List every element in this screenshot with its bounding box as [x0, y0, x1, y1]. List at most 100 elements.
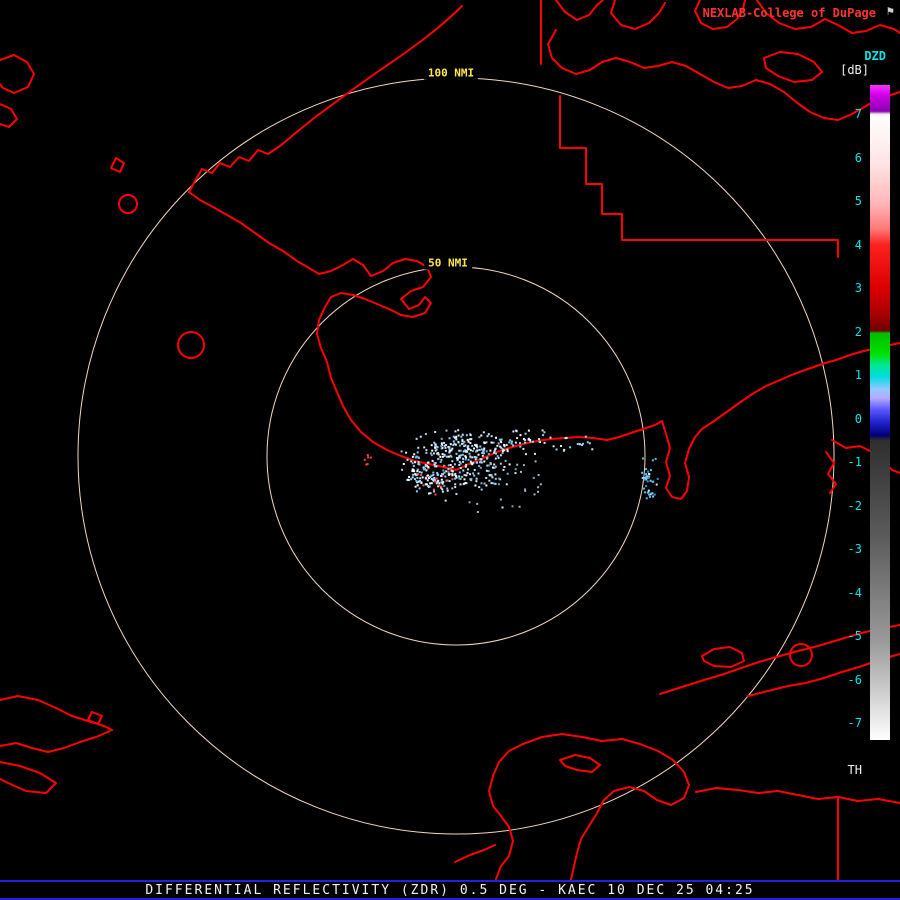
radar-echo	[502, 507, 504, 509]
radar-echo	[444, 455, 446, 457]
radar-echo	[645, 476, 647, 478]
radar-echo	[446, 488, 448, 490]
colorbar-scale	[870, 85, 890, 740]
map-outline	[523, 734, 689, 880]
radar-echo	[525, 433, 527, 435]
radar-echo	[462, 458, 464, 460]
radar-echo	[476, 478, 478, 480]
radar-echo	[500, 463, 502, 465]
radar-echo	[470, 434, 472, 436]
radar-echo	[563, 449, 565, 451]
map-outline	[826, 452, 836, 493]
radar-echo	[433, 477, 435, 479]
radar-echo	[370, 457, 372, 459]
map-outline	[838, 797, 900, 803]
radar-echo	[534, 453, 536, 455]
radar-echo	[437, 474, 439, 476]
radar-echo	[507, 473, 509, 475]
radar-echo	[498, 483, 500, 485]
radar-echo	[465, 464, 467, 466]
radar-echo	[467, 472, 469, 474]
radar-echo	[503, 469, 505, 471]
radar-echo	[433, 491, 435, 493]
radar-echo	[478, 473, 480, 475]
radar-echo	[470, 461, 472, 463]
radar-echo	[449, 480, 451, 482]
radar-echo	[473, 448, 475, 450]
radar-echo	[460, 454, 462, 456]
radar-echo	[591, 448, 593, 450]
radar-echo	[469, 453, 471, 455]
radar-echo	[416, 477, 418, 479]
colorbar-tick: 0	[855, 412, 862, 426]
radar-echo	[488, 433, 490, 435]
radar-echo	[431, 478, 433, 480]
radar-echo	[493, 464, 495, 466]
radar-echo	[648, 473, 650, 475]
status-bar: DIFFERENTIAL REFLECTIVITY (ZDR) 0.5 DEG …	[0, 880, 900, 900]
radar-echo	[560, 445, 562, 447]
radar-echo	[475, 458, 477, 460]
radar-echo	[644, 491, 646, 493]
radar-echo	[468, 441, 470, 443]
radar-echo	[429, 476, 431, 478]
radar-echo	[481, 458, 483, 460]
radar-echo	[469, 501, 471, 503]
radar-echo	[540, 483, 542, 485]
radar-echo	[646, 497, 648, 499]
radar-echo	[477, 511, 479, 513]
radar-echo	[445, 470, 447, 472]
radar-echo	[489, 450, 491, 452]
radar-echo	[483, 431, 485, 433]
radar-echo	[515, 442, 517, 444]
radar-echo	[534, 493, 536, 495]
radar-echo	[486, 457, 488, 459]
radar-echo	[448, 464, 450, 466]
radar-echo	[495, 453, 497, 455]
radar-echo	[542, 434, 544, 436]
radar-echo	[470, 479, 472, 481]
radar-echo	[643, 488, 645, 490]
radar-echo	[495, 478, 497, 480]
radar-echo	[491, 435, 493, 437]
radar-echo	[655, 458, 657, 460]
radar-echo	[645, 468, 647, 470]
radar-echo	[437, 446, 439, 448]
radar-echo	[481, 448, 483, 450]
radar-echo	[416, 438, 418, 440]
radar-echo	[647, 471, 649, 473]
radar-echo	[501, 439, 503, 441]
radar-echo	[403, 463, 405, 465]
radar-echo	[480, 435, 482, 437]
colorbar-tick: -4	[848, 586, 862, 600]
radar-echo	[432, 472, 434, 474]
colorbar-threshold-label: TH	[848, 763, 862, 777]
colorbar-tick: 6	[855, 151, 862, 165]
radar-echo	[525, 453, 527, 455]
radar-echo	[486, 441, 488, 443]
map-outline	[0, 104, 17, 127]
radar-echo	[423, 446, 425, 448]
radar-echo	[495, 466, 497, 468]
radar-echo	[436, 478, 438, 480]
radar-echo	[650, 469, 652, 471]
radar-echo	[474, 485, 476, 487]
radar-echo	[433, 489, 435, 491]
radar-echo	[407, 459, 409, 461]
radar-echo	[442, 447, 444, 449]
radar-echo	[425, 477, 427, 479]
radar-echo	[457, 429, 459, 431]
radar-echo	[471, 445, 473, 447]
colorbar-tick: -3	[848, 542, 862, 556]
radar-echo	[454, 483, 456, 485]
radar-echo	[418, 461, 420, 463]
radar-echo	[460, 450, 462, 452]
radar-echo	[492, 467, 494, 469]
radar-echo	[520, 434, 522, 436]
radar-echo	[474, 469, 476, 471]
radar-echo	[498, 457, 500, 459]
radar-echo	[556, 449, 558, 451]
radar-echo	[422, 476, 424, 478]
radar-echo	[418, 457, 420, 459]
radar-echo	[472, 472, 474, 474]
